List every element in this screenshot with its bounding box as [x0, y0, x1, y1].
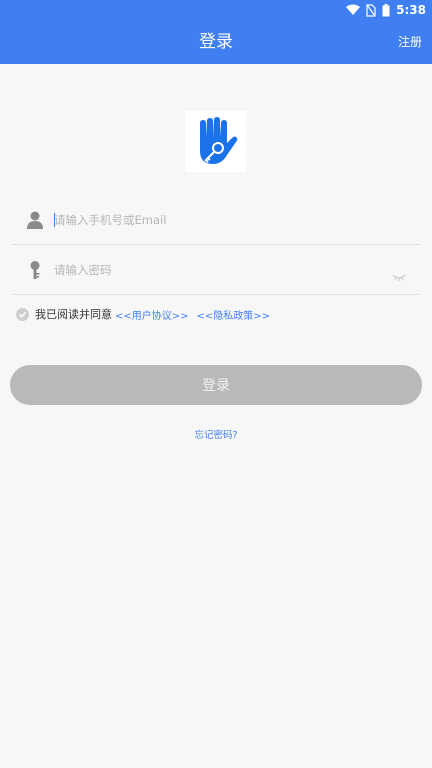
app-logo	[185, 111, 246, 172]
forgot-password-link[interactable]: 忘记密码?	[194, 430, 237, 441]
password-input[interactable]	[54, 258, 384, 282]
agreement-checkbox[interactable]	[16, 307, 29, 321]
status-icons: 5:38	[346, 2, 426, 18]
status-bar: 5:38	[0, 0, 432, 20]
hand-key-icon	[185, 111, 246, 172]
key-icon	[26, 260, 44, 280]
text-cursor	[54, 213, 55, 227]
status-time: 5:38	[396, 3, 426, 17]
wifi-icon	[346, 4, 361, 16]
register-button[interactable]: 注册	[398, 20, 422, 64]
eye-closed-icon[interactable]	[392, 266, 406, 281]
login-button[interactable]: 登录	[10, 365, 422, 405]
user-icon	[26, 210, 44, 230]
page-title: 登录	[199, 32, 233, 52]
account-input[interactable]	[54, 208, 384, 232]
account-field	[12, 196, 420, 245]
forgot-password-row: 忘记密码?	[0, 427, 432, 441]
battery-icon	[382, 3, 390, 17]
agreement-row: 我已阅读并同意 <<用户协议>> <<隐私政策>>	[16, 306, 270, 322]
privacy-policy-link[interactable]: <<隐私政策>>	[197, 307, 271, 322]
app-bar: 登录 注册	[0, 20, 432, 64]
user-agreement-link[interactable]: <<用户协议>>	[115, 307, 189, 322]
password-field	[12, 246, 420, 295]
check-icon	[18, 311, 27, 318]
agreement-text: 我已阅读并同意	[35, 308, 112, 321]
no-sim-icon	[366, 3, 376, 17]
